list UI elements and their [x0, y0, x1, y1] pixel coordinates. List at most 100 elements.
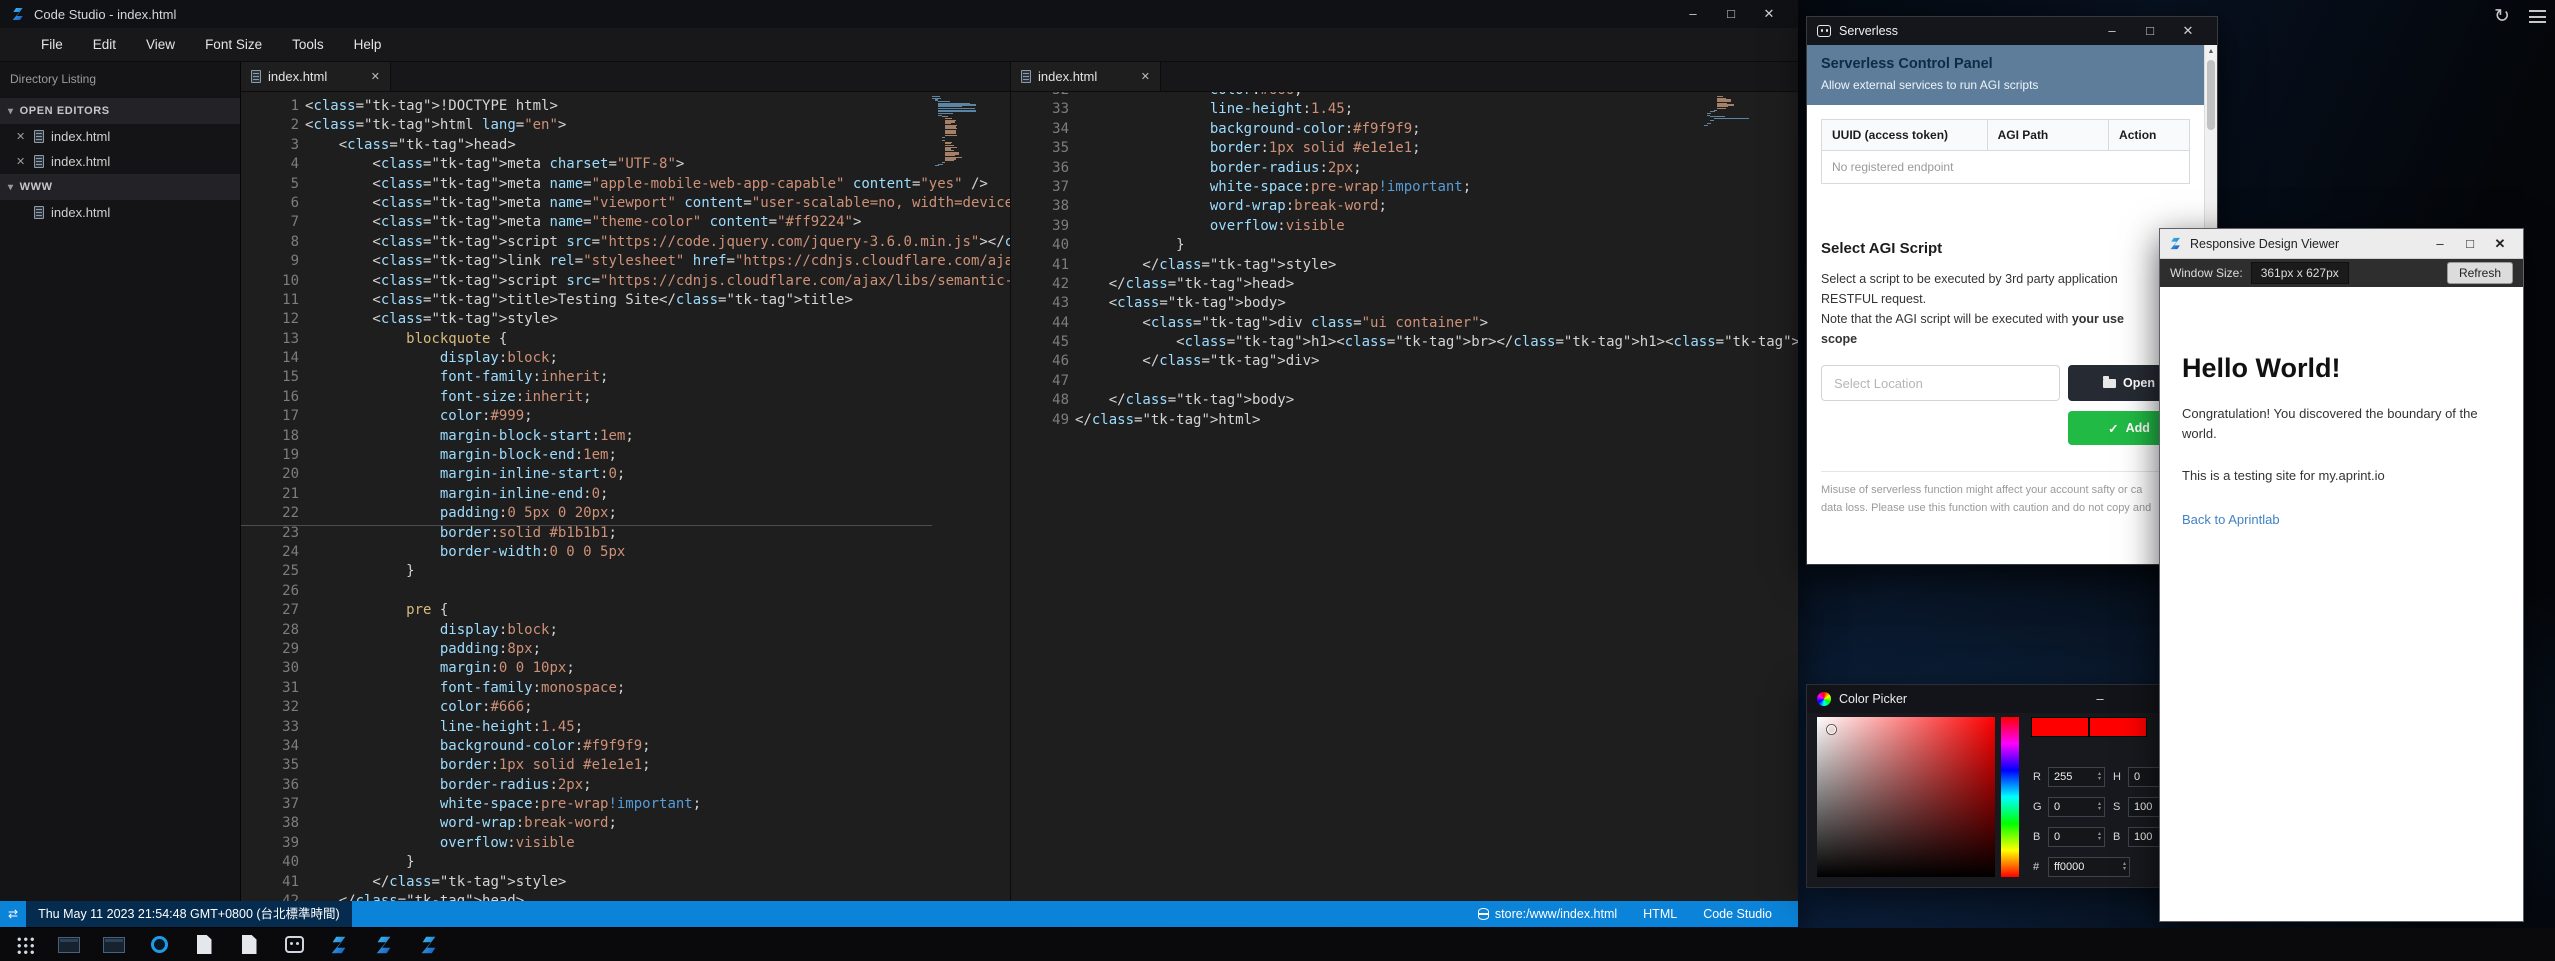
- code-studio-task-icon-1[interactable]: [327, 933, 351, 957]
- stepper-icon[interactable]: ▴▾: [2098, 832, 2101, 842]
- status-language[interactable]: HTML: [1643, 907, 1677, 921]
- scrollbar-thumb[interactable]: [2207, 60, 2215, 130]
- sidebar-heading: Directory Listing: [0, 62, 240, 98]
- close-button[interactable]: ✕: [1750, 0, 1788, 28]
- section-header-www[interactable]: ▾WWW: [0, 174, 240, 200]
- maximize-button[interactable]: □: [2455, 229, 2485, 259]
- menu-tools[interactable]: Tools: [277, 28, 339, 62]
- editor-pane-right: index.html ✕ 323334353637383940414243444…: [1010, 62, 1798, 901]
- maximize-button[interactable]: □: [2131, 17, 2169, 45]
- close-button[interactable]: ✕: [2169, 17, 2207, 45]
- minimize-button[interactable]: –: [2093, 17, 2131, 45]
- color-field-b-input[interactable]: 0▴▾: [2048, 827, 2105, 847]
- editor-area: index.html ✕ 123456789101112131415161718…: [241, 62, 1798, 901]
- database-icon: [1478, 908, 1489, 920]
- serverless-app-icon[interactable]: [282, 933, 306, 957]
- hue-slider[interactable]: [2001, 717, 2019, 877]
- code-studio-window: Code Studio - index.html – □ ✕ FileEditV…: [0, 0, 1798, 927]
- menu-edit[interactable]: Edit: [78, 28, 131, 62]
- code-studio-task-icon-2[interactable]: [372, 933, 396, 957]
- divider: [1821, 471, 2190, 472]
- code-studio-task-icon-3[interactable]: [417, 933, 441, 957]
- code-editor[interactable]: 1234567891011121314151617181920212223242…: [241, 92, 1010, 901]
- color-wheel-icon: [1817, 692, 1831, 706]
- sidebar-item-index-html[interactable]: ✕index.html: [0, 149, 240, 174]
- sidebar-item-index-html[interactable]: ✕index.html: [0, 124, 240, 149]
- color-swatch-current[interactable]: [2031, 717, 2089, 737]
- page-heading: Hello World!: [2182, 353, 2501, 384]
- status-app-name: Code Studio: [1703, 907, 1772, 921]
- close-button[interactable]: ✕: [2485, 229, 2515, 259]
- color-field-g-input[interactable]: 0▴▾: [2048, 797, 2105, 817]
- page-paragraph-2: This is a testing site for my.aprint.io: [2182, 468, 2501, 483]
- scroll-up-icon[interactable]: ▲: [2205, 45, 2217, 58]
- column-header-action: Action: [2109, 120, 2190, 151]
- color-field--input[interactable]: ff0000▴▾: [2048, 857, 2130, 877]
- serverless-title-bar: Serverless – □ ✕: [1807, 17, 2217, 45]
- minimize-button[interactable]: –: [2425, 229, 2455, 259]
- folder-icon: [2103, 379, 2116, 388]
- menu-font-size[interactable]: Font Size: [190, 28, 277, 62]
- tab-index-html[interactable]: index.html ✕: [241, 62, 391, 91]
- back-to-aprintlab-link[interactable]: Back to Aprintlab: [2182, 512, 2280, 527]
- status-file-path[interactable]: store:/www/index.html: [1478, 907, 1617, 921]
- field-label-s: S: [2113, 801, 2128, 813]
- color-cursor[interactable]: [1827, 725, 1836, 734]
- remote-icon[interactable]: ⇄: [0, 901, 26, 927]
- minimap[interactable]: [932, 96, 988, 167]
- stepper-icon[interactable]: ▴▾: [2098, 772, 2101, 782]
- viewer-logo-icon: [2168, 236, 2183, 251]
- serverless-title: Serverless: [1839, 24, 1898, 38]
- serverless-window: Serverless – □ ✕ Serverless Control Pane…: [1806, 16, 2218, 565]
- sidebar: Directory Listing ▾OPEN EDITORS✕index.ht…: [0, 62, 241, 901]
- close-icon[interactable]: ✕: [16, 130, 34, 143]
- refresh-button[interactable]: Refresh: [2447, 262, 2513, 284]
- line-numbers: 1234567891011121314151617181920212223242…: [241, 98, 299, 901]
- menu-view[interactable]: View: [131, 28, 190, 62]
- reload-icon[interactable]: ↻: [2494, 5, 2510, 28]
- file-task-icon-1[interactable]: [192, 933, 216, 957]
- close-icon[interactable]: ✕: [16, 155, 34, 168]
- viewer-title-bar: Responsive Design Viewer – □ ✕: [2160, 229, 2523, 259]
- sidebar-sections: ▾OPEN EDITORS✕index.html✕index.html▾WWWi…: [0, 98, 240, 225]
- stepper-icon[interactable]: ▴▾: [2123, 862, 2126, 872]
- current-line-indicator: [241, 525, 932, 526]
- section-header-open-editors[interactable]: ▾OPEN EDITORS: [0, 98, 240, 124]
- line-numbers: 323334353637383940414243444546474849: [1011, 92, 1069, 431]
- panel-subtitle: Allow external services to run AGI scrip…: [1821, 78, 2190, 92]
- file-task-icon-2[interactable]: [237, 933, 261, 957]
- minimize-button[interactable]: –: [1674, 0, 1712, 28]
- field-label-: #: [2033, 861, 2048, 873]
- agi-description: Select a script to be executed by 3rd pa…: [1821, 269, 2190, 349]
- close-icon[interactable]: ✕: [371, 70, 380, 83]
- color-swatch-previous[interactable]: [2089, 717, 2147, 737]
- window-task-icon-1[interactable]: [57, 933, 81, 957]
- code-lines: color:#666; line-height:1.45; background…: [1075, 92, 1798, 431]
- check-icon: ✓: [2108, 421, 2118, 436]
- code-editor[interactable]: 323334353637383940414243444546474849 col…: [1011, 92, 1798, 901]
- serverless-table-header-row: UUID (access token)AGI PathAction: [1822, 120, 2190, 151]
- menu-help[interactable]: Help: [339, 28, 397, 62]
- tab-index-html[interactable]: index.html ✕: [1011, 62, 1161, 91]
- sidebar-item-index-html[interactable]: index.html: [0, 200, 240, 225]
- browser-icon[interactable]: [147, 933, 171, 957]
- field-label-b: B: [2033, 831, 2048, 843]
- minimize-button[interactable]: –: [2085, 685, 2115, 713]
- color-field-r-input[interactable]: 255▴▾: [2048, 767, 2105, 787]
- close-icon[interactable]: ✕: [1141, 70, 1150, 83]
- saturation-gradient[interactable]: [1817, 717, 1995, 877]
- hamburger-menu-icon[interactable]: [2529, 10, 2546, 27]
- menu-file[interactable]: File: [26, 28, 78, 62]
- stepper-icon[interactable]: ▴▾: [2098, 802, 2101, 812]
- window-task-icon-2[interactable]: [102, 933, 126, 957]
- column-header-uuid-access-token: UUID (access token): [1822, 120, 1988, 151]
- window-size-value[interactable]: 361px x 627px: [2251, 262, 2349, 284]
- file-icon: [34, 206, 44, 219]
- color-picker-title: Color Picker: [1839, 692, 1907, 706]
- app-launcher-icon[interactable]: [12, 933, 36, 957]
- maximize-button[interactable]: □: [1712, 0, 1750, 28]
- page-paragraph: Congratulation! You discovered the bound…: [2182, 404, 2501, 444]
- select-location-input[interactable]: [1821, 365, 2060, 401]
- minimap[interactable]: [1704, 96, 1760, 126]
- file-icon: [34, 155, 44, 168]
